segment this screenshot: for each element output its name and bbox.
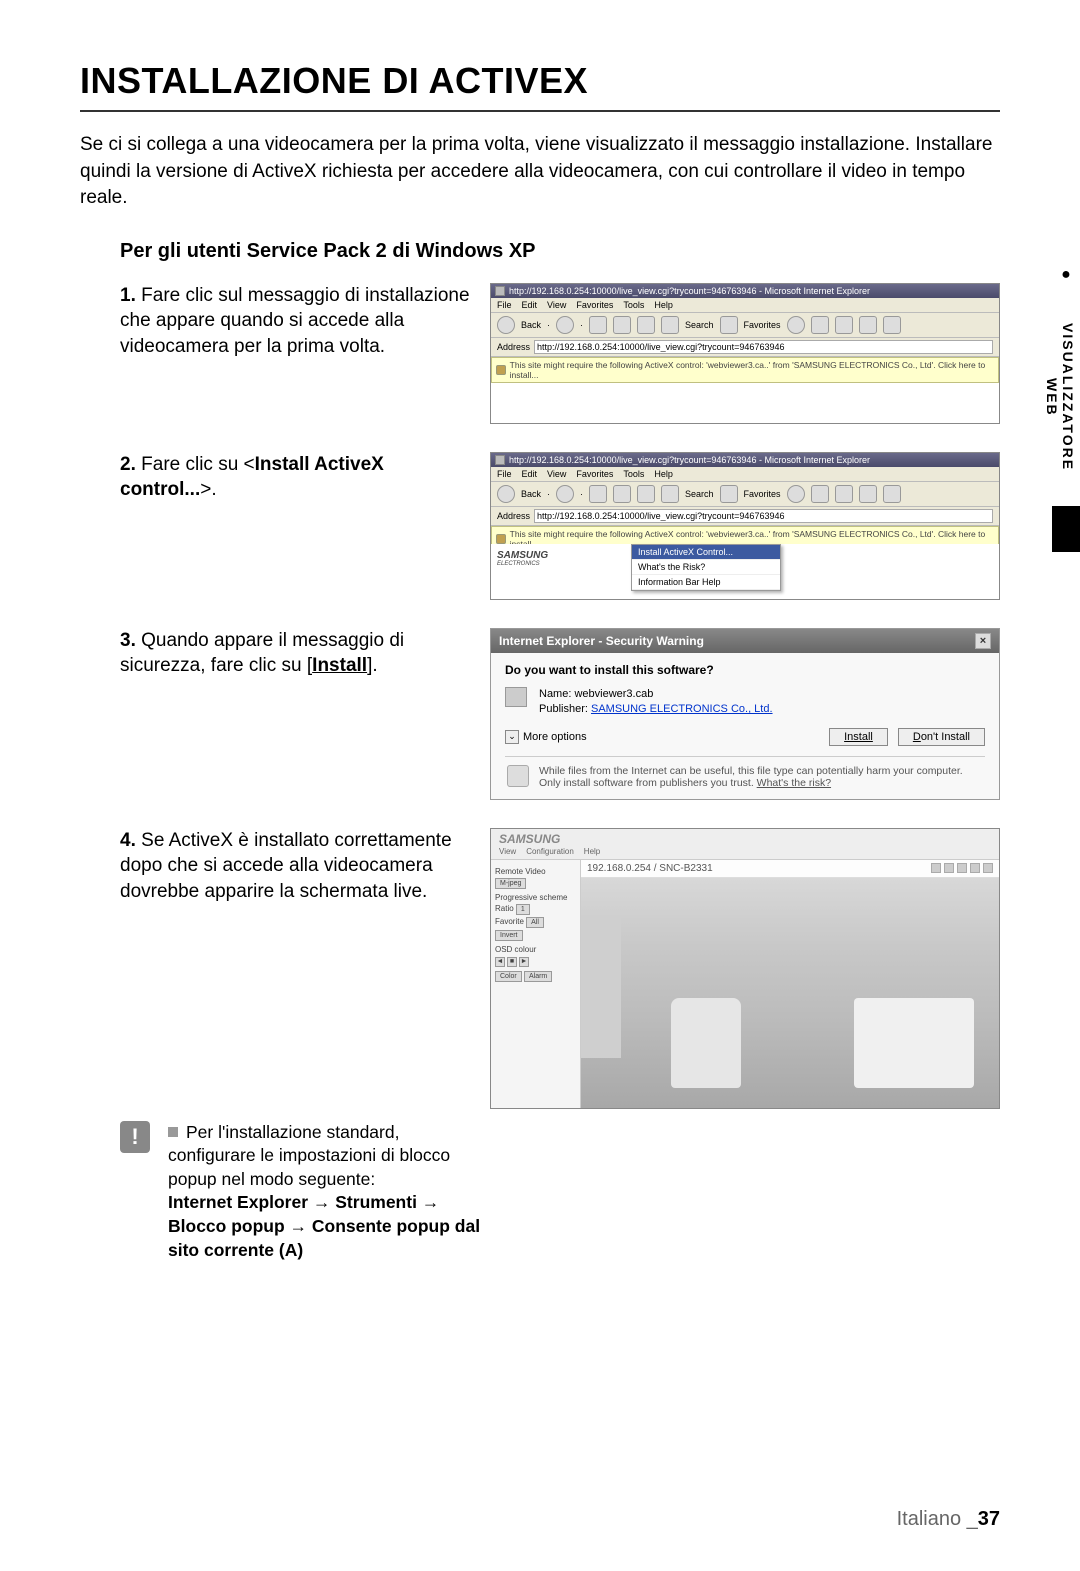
camera-url: 192.168.0.254 / SNC-B2331: [587, 863, 713, 874]
messenger-icon[interactable]: [883, 485, 901, 503]
stop-icon[interactable]: [589, 316, 607, 334]
favorites-icon[interactable]: [720, 316, 738, 334]
step-4-text: 4. Se ActiveX è installato correttamente…: [120, 828, 490, 905]
side-tab: ● VISUALIZZATORE WEB: [1052, 262, 1080, 552]
tool-icon[interactable]: [970, 863, 980, 873]
side-tab-label: VISUALIZZATORE WEB: [1052, 288, 1080, 506]
menu-whats-risk[interactable]: What's the Risk?: [632, 560, 780, 575]
address-input[interactable]: [534, 509, 993, 523]
bullet-icon: [168, 1127, 178, 1137]
dont-install-button[interactable]: Don't Install: [898, 728, 985, 746]
shield-icon: [507, 765, 529, 787]
install-button[interactable]: Install: [829, 728, 888, 746]
samsung-logo: SAMSUNG ELECTRONICS: [497, 550, 548, 567]
xp-subheading: Per gli utenti Service Pack 2 di Windows…: [120, 240, 1000, 263]
publisher-link[interactable]: SAMSUNG ELECTRONICS Co., Ltd.: [591, 703, 773, 715]
forward-icon[interactable]: [556, 485, 574, 503]
page-footer: Italiano _37: [897, 1508, 1000, 1531]
invert-button[interactable]: Invert: [495, 930, 523, 941]
ie-menubar: FileEditViewFavoritesToolsHelp: [491, 298, 999, 313]
home-icon[interactable]: [637, 485, 655, 503]
menu-info-bar-help[interactable]: Information Bar Help: [632, 575, 780, 590]
live-sidebar: Remote Video M-jpeg Progressive scheme R…: [491, 860, 581, 1108]
mail-icon[interactable]: [811, 485, 829, 503]
ie-screenshot-2: http://192.168.0.254:10000/live_view.cgi…: [490, 452, 1000, 600]
refresh-icon[interactable]: [613, 316, 631, 334]
print-icon[interactable]: [835, 485, 853, 503]
address-label: Address: [497, 342, 530, 352]
step-1-text: 1. Fare clic sul messaggio di installazi…: [120, 283, 490, 360]
tool-icon[interactable]: [983, 863, 993, 873]
live-menu-config[interactable]: Configuration: [526, 847, 574, 856]
refresh-icon[interactable]: [613, 485, 631, 503]
live-menu-view[interactable]: View: [499, 847, 516, 856]
more-options[interactable]: More options: [523, 731, 587, 743]
messenger-icon[interactable]: [883, 316, 901, 334]
ie-toolbar: Back· · Search Favorites: [491, 313, 999, 338]
close-icon[interactable]: ×: [975, 633, 991, 649]
address-input[interactable]: [534, 340, 993, 354]
menu-install-activex[interactable]: Install ActiveX Control...: [632, 545, 780, 560]
home-icon[interactable]: [637, 316, 655, 334]
page-title: INSTALLAZIONE DI ACTIVEX: [80, 60, 1000, 102]
dialog-title: Internet Explorer - Security Warning: [499, 634, 704, 648]
chevron-down-icon[interactable]: ⌄: [505, 730, 519, 744]
nav-arrows[interactable]: ◄■►: [495, 957, 576, 967]
ie-page-icon: [495, 286, 505, 296]
shield-icon: [496, 365, 506, 375]
samsung-logo: SAMSUNG: [499, 832, 560, 846]
warning-text: While files from the Internet can be use…: [539, 765, 963, 789]
stop-icon[interactable]: [589, 485, 607, 503]
mail-icon[interactable]: [811, 316, 829, 334]
note-icon: !: [120, 1121, 150, 1153]
ie-screenshot-1: http://192.168.0.254:10000/live_view.cgi…: [490, 283, 1000, 424]
live-menu-help[interactable]: Help: [584, 847, 600, 856]
note-body: Per l'installazione standard, configurar…: [168, 1121, 490, 1263]
live-video-feed: [581, 878, 999, 1108]
history-icon[interactable]: [787, 485, 805, 503]
title-divider: [80, 110, 1000, 112]
alarm-button[interactable]: Alarm: [524, 971, 552, 982]
tool-icon[interactable]: [957, 863, 967, 873]
dialog-question: Do you want to install this software?: [505, 663, 985, 677]
color-button[interactable]: Color: [495, 971, 522, 982]
ie-page-icon: [495, 455, 505, 465]
info-bar[interactable]: This site might require the following Ac…: [491, 357, 999, 383]
shield-icon: [496, 534, 506, 544]
step-2-text: 2. Fare clic su <Install ActiveX control…: [120, 452, 490, 503]
codec-select[interactable]: M-jpeg: [495, 878, 526, 889]
back-icon[interactable]: [497, 485, 515, 503]
search-icon[interactable]: [661, 316, 679, 334]
step-3-text: 3. Quando appare il messaggio di sicurez…: [120, 628, 490, 679]
back-icon[interactable]: [497, 316, 515, 334]
forward-icon[interactable]: [556, 316, 574, 334]
favorites-icon[interactable]: [720, 485, 738, 503]
live-view-screenshot: SAMSUNG View Configuration Help Remote V…: [490, 828, 1000, 1109]
software-icon: [505, 687, 527, 707]
tool-icon[interactable]: [931, 863, 941, 873]
ie-content-area: [491, 383, 999, 423]
ie-title: http://192.168.0.254:10000/live_view.cgi…: [509, 286, 870, 296]
tool-icon[interactable]: [944, 863, 954, 873]
intro-paragraph: Se ci si collega a una videocamera per l…: [80, 132, 1000, 212]
info-bar-context-menu: Install ActiveX Control... What's the Ri…: [631, 544, 781, 591]
print-icon[interactable]: [835, 316, 853, 334]
software-name: webviewer3.cab: [574, 688, 653, 700]
history-icon[interactable]: [787, 316, 805, 334]
security-warning-dialog: Internet Explorer - Security Warning × D…: [490, 628, 1000, 800]
edit-icon[interactable]: [859, 485, 877, 503]
search-icon[interactable]: [661, 485, 679, 503]
whats-the-risk-link[interactable]: What's the risk?: [757, 777, 831, 789]
edit-icon[interactable]: [859, 316, 877, 334]
